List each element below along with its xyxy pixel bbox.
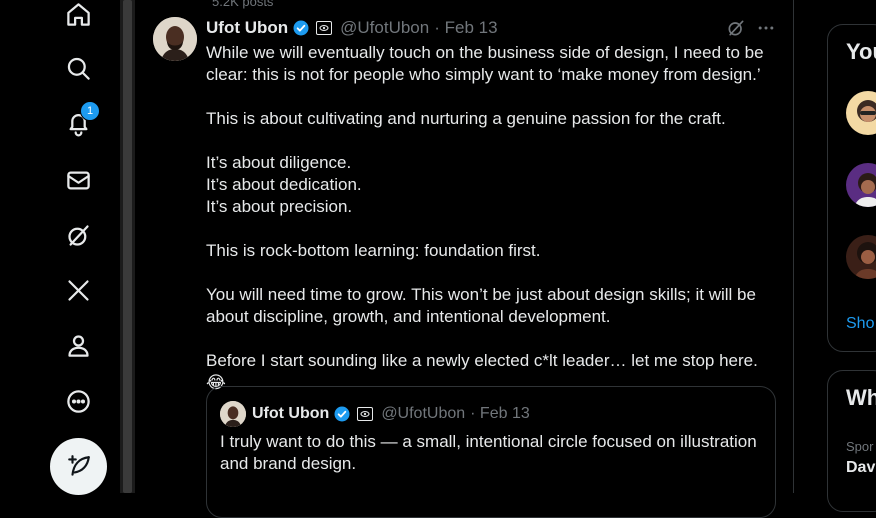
affiliate-badge-icon[interactable] xyxy=(316,21,333,35)
tweet-header: Ufot Ubon @UfotUbon · Feb 13 xyxy=(206,17,498,39)
nav-notifications[interactable]: 1 xyxy=(58,101,100,143)
posts-count-hint: 5.2K posts xyxy=(212,0,274,9)
nav-home[interactable] xyxy=(58,0,98,34)
quoted-avatar-image xyxy=(220,401,246,427)
quoted-tweet-date: · Feb 13 xyxy=(470,405,530,422)
verified-badge-icon xyxy=(333,405,351,423)
suggested-user-avatar-image xyxy=(846,163,876,207)
suggested-user-avatar-image xyxy=(846,91,876,135)
quoted-author-handle: @UfotUbon xyxy=(381,405,466,422)
quoted-tweet-text: I truly want to do this — a small, inten… xyxy=(220,432,757,473)
nav-premium[interactable] xyxy=(58,270,98,310)
tweet-paragraph: You will need time to grow. This won’t b… xyxy=(206,285,756,326)
nav-messages[interactable] xyxy=(58,160,98,200)
author-handle[interactable]: @UfotUbon xyxy=(340,18,429,38)
verified-badge-icon xyxy=(292,19,310,37)
avatar-image xyxy=(153,17,197,61)
nav-more[interactable] xyxy=(58,381,98,421)
author-name[interactable]: Ufot Ubon xyxy=(206,18,288,38)
who-to-follow-title: You xyxy=(846,39,876,64)
suggested-user-avatar[interactable] xyxy=(846,91,876,135)
tweet-paragraph: While we will eventually touch on the bu… xyxy=(206,43,764,84)
affiliate-badge-icon xyxy=(357,407,374,421)
feather-plus-icon xyxy=(67,454,90,476)
nav-explore[interactable] xyxy=(58,48,98,88)
grok-icon xyxy=(67,224,89,246)
person-icon xyxy=(67,334,89,357)
scrollbar-thumb[interactable] xyxy=(123,0,132,493)
compose-post-button[interactable] xyxy=(50,438,107,495)
tweet-paragraph: It’s about precision. xyxy=(206,197,353,216)
notification-badge: 1 xyxy=(80,101,100,121)
whats-happening-card: Wh Spor Dav xyxy=(827,370,876,512)
x-logo-icon xyxy=(67,279,89,301)
nav-grok[interactable] xyxy=(58,215,98,255)
trend-category: Spor xyxy=(846,439,874,454)
avatar[interactable] xyxy=(153,17,197,61)
quoted-avatar[interactable] xyxy=(220,401,246,427)
home-icon xyxy=(66,2,90,26)
tweet-paragraph: This is about cultivating and nurturing … xyxy=(206,109,726,128)
more-circle-icon xyxy=(66,389,90,413)
tweet-date[interactable]: · Feb 13 xyxy=(434,18,497,38)
quoted-tweet-header: Ufot Ubon @UfotUbon · Feb 13 xyxy=(252,403,530,425)
tweet-paragraph: This is rock-bottom learning: foundation… xyxy=(206,241,541,260)
scrollbar[interactable] xyxy=(120,0,135,493)
whats-happening-title: Wh xyxy=(846,385,876,410)
trend-item[interactable]: Dav xyxy=(846,459,875,477)
quoted-author-name[interactable]: Ufot Ubon xyxy=(252,405,329,423)
nav-profile[interactable] xyxy=(58,325,98,365)
who-to-follow-card: You Sho xyxy=(827,24,876,352)
show-more-link[interactable]: Sho xyxy=(846,315,874,333)
suggested-user-avatar[interactable] xyxy=(846,163,876,207)
suggested-user-avatar-image xyxy=(846,235,876,279)
mail-icon xyxy=(66,171,90,189)
grok-icon xyxy=(728,20,744,36)
left-navigation: 1 xyxy=(0,0,120,495)
tweet-more-button[interactable] xyxy=(755,17,777,39)
search-icon xyxy=(67,57,90,80)
suggested-user-avatar[interactable] xyxy=(846,235,876,279)
quoted-tweet[interactable]: Ufot Ubon @UfotUbon · Feb 13 I truly wan… xyxy=(206,386,776,518)
more-dots-icon xyxy=(758,26,774,30)
tweet-paragraph: It’s about diligence. xyxy=(206,153,352,172)
tweet-text: While we will eventually touch on the bu… xyxy=(206,42,776,394)
right-sidebar: You Sho Wh Spor Dav xyxy=(794,0,876,512)
grok-explain-button[interactable] xyxy=(725,17,747,39)
tweet-paragraph: It’s about dedication. xyxy=(206,175,362,194)
